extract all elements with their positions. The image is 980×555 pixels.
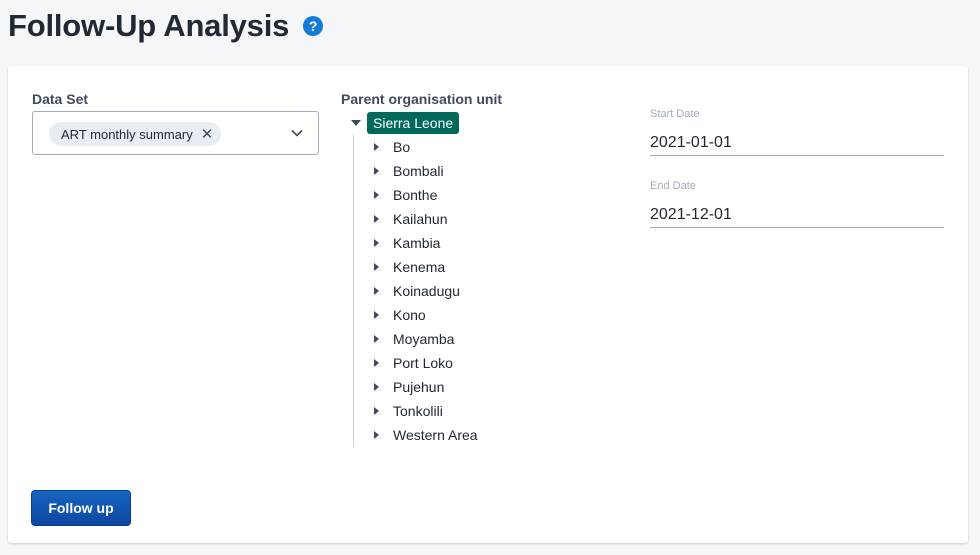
tree-item: Koinadugu: [369, 279, 607, 303]
tree-item-label[interactable]: Kono: [393, 307, 426, 323]
end-date-label: End Date: [650, 180, 696, 192]
page-header: Follow-Up Analysis ?: [8, 6, 324, 46]
tree-item: Kenema: [369, 255, 607, 279]
page-title: Follow-Up Analysis: [8, 8, 290, 43]
tree-item-label[interactable]: Moyamba: [393, 331, 454, 347]
chevron-down-icon[interactable]: [290, 126, 304, 140]
end-date-field: End Date: [650, 180, 944, 228]
parent-org-unit-label: Parent organisation unit: [341, 91, 503, 107]
tree-item: Pujehun: [369, 375, 607, 399]
data-set-select[interactable]: ART monthly summary ✕: [32, 111, 319, 155]
tree-item-label[interactable]: Bombali: [393, 163, 444, 179]
caret-right-icon[interactable]: [369, 135, 383, 159]
tree-item: Kambia: [369, 231, 607, 255]
caret-right-icon[interactable]: [369, 255, 383, 279]
caret-right-icon[interactable]: [369, 423, 383, 447]
caret-right-icon[interactable]: [369, 279, 383, 303]
caret-right-icon[interactable]: [369, 399, 383, 423]
caret-right-icon[interactable]: [369, 183, 383, 207]
caret-right-icon[interactable]: [369, 351, 383, 375]
follow-up-button[interactable]: Follow up: [31, 490, 131, 526]
analysis-form-card: Data Set ART monthly summary ✕ Parent or…: [8, 66, 968, 543]
tree-item: Moyamba: [369, 327, 607, 351]
data-set-chip: ART monthly summary ✕: [49, 122, 222, 146]
data-set-chip-label: ART monthly summary: [61, 126, 193, 142]
start-date-field: Start Date: [650, 108, 944, 156]
tree-item-label[interactable]: Tonkolili: [393, 403, 443, 419]
caret-right-icon[interactable]: [369, 327, 383, 351]
tree-item: Kono: [369, 303, 607, 327]
caret-down-icon[interactable]: [347, 111, 365, 135]
help-icon[interactable]: ?: [303, 16, 324, 36]
start-date-input[interactable]: [650, 130, 944, 156]
org-unit-tree: Sierra Leone Bo Bombali Bonthe Kailahun Kamb…: [347, 111, 607, 447]
tree-item-label[interactable]: Bonthe: [393, 187, 437, 203]
tree-item-label[interactable]: Western Area: [393, 427, 478, 443]
tree-item: Bonthe: [369, 183, 607, 207]
tree-children: Bo Bombali Bonthe Kailahun Kambia Kenema Koina…: [353, 135, 607, 447]
tree-item: Western Area: [369, 423, 607, 447]
caret-right-icon[interactable]: [369, 207, 383, 231]
tree-item: Port Loko: [369, 351, 607, 375]
tree-item-label[interactable]: Koinadugu: [393, 283, 460, 299]
tree-root-label[interactable]: Sierra Leone: [367, 112, 460, 134]
tree-item-label[interactable]: Bo: [393, 139, 410, 155]
caret-right-icon[interactable]: [369, 375, 383, 399]
tree-item-label[interactable]: Pujehun: [393, 379, 444, 395]
end-date-input[interactable]: [650, 202, 944, 228]
tree-item-label[interactable]: Kenema: [393, 259, 445, 275]
tree-item: Tonkolili: [369, 399, 607, 423]
tree-item-label[interactable]: Kailahun: [393, 211, 448, 227]
chip-remove-icon[interactable]: ✕: [201, 127, 214, 142]
tree-item: Bo: [369, 135, 607, 159]
caret-right-icon[interactable]: [369, 231, 383, 255]
caret-right-icon[interactable]: [369, 303, 383, 327]
tree-item: Kailahun: [369, 207, 607, 231]
tree-item-label[interactable]: Port Loko: [393, 355, 453, 371]
data-set-label: Data Set: [32, 91, 89, 107]
tree-item: Bombali: [369, 159, 607, 183]
caret-right-icon[interactable]: [369, 159, 383, 183]
tree-item-label[interactable]: Kambia: [393, 235, 440, 251]
tree-root-item: Sierra Leone: [347, 111, 607, 135]
start-date-label: Start Date: [650, 108, 700, 120]
